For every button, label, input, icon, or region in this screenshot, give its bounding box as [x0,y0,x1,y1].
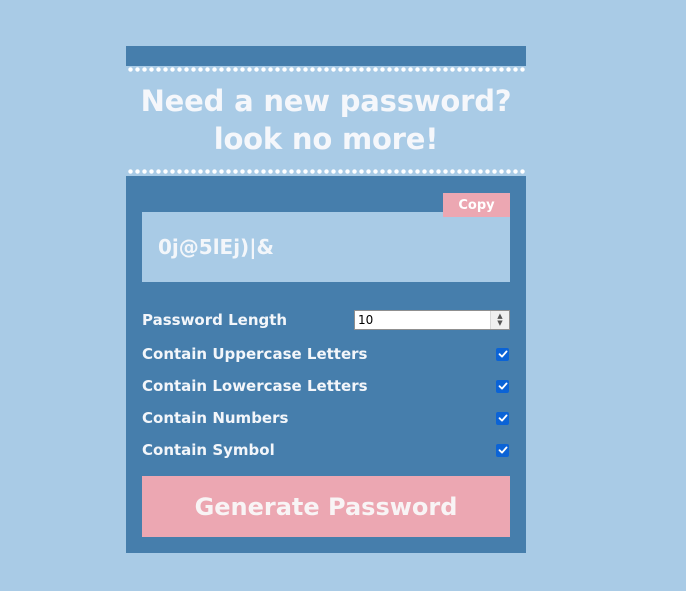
lowercase-label: Contain Lowercase Letters [142,377,368,395]
length-input[interactable]: 10 ▲ ▼ [354,310,510,330]
uppercase-checkbox[interactable] [496,347,509,361]
numbers-checkbox[interactable] [496,411,509,425]
page-title: Need a new password? look no more! [126,82,526,158]
title-line-2: look no more! [213,122,439,156]
password-display[interactable]: 0j@5lEj)|& [142,212,510,282]
symbol-row: Contain Symbol [142,438,510,462]
length-value: 10 [358,313,374,327]
check-icon [498,414,507,422]
symbol-label: Contain Symbol [142,441,275,459]
spinner-arrows-icon[interactable]: ▲ ▼ [490,311,509,329]
lowercase-row: Contain Lowercase Letters [142,374,510,398]
lowercase-checkbox[interactable] [496,379,509,393]
dotted-divider-bottom [127,169,525,174]
length-row: Password Length 10 ▲ ▼ [142,308,510,332]
copy-button[interactable]: Copy [443,193,510,217]
numbers-label: Contain Numbers [142,409,289,427]
check-icon [498,382,507,390]
generate-password-button[interactable]: Generate Password [142,476,510,537]
uppercase-label: Contain Uppercase Letters [142,345,368,363]
dotted-divider-top [127,67,525,72]
check-icon [498,350,507,358]
title-line-1: Need a new password? [140,84,512,118]
generator-panel: 0j@5lEj)|& Copy Password Length 10 ▲ ▼ C… [126,176,526,553]
header-bar [126,46,526,66]
length-label: Password Length [142,311,288,329]
uppercase-row: Contain Uppercase Letters [142,342,510,366]
numbers-row: Contain Numbers [142,406,510,430]
check-icon [498,446,507,454]
symbol-checkbox[interactable] [496,443,509,457]
password-text: 0j@5lEj)|& [158,235,274,259]
